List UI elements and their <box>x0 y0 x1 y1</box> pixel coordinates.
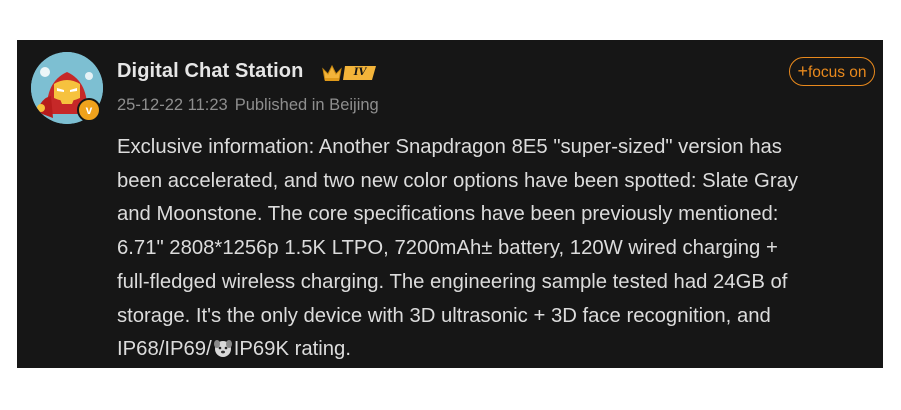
post-line-last-start: IP68/IP69/ <box>117 338 212 361</box>
post-meta: 25-12-22 11:23 Published in Beijing <box>117 96 379 115</box>
plus-icon: + <box>797 61 808 81</box>
dog-face-emoji-icon <box>213 336 233 358</box>
author-name[interactable]: Digital Chat Station <box>117 60 303 83</box>
post-card: v Digital Chat Station IV 25-12-22 11:23… <box>17 40 883 368</box>
follow-button[interactable]: +focus on <box>789 57 875 86</box>
post-line: Exclusive information: Another Snapdrago… <box>117 136 782 158</box>
crown-level-badge: IV <box>320 62 378 84</box>
level-badge-text: IV <box>353 67 367 78</box>
verified-badge-icon: v <box>77 98 101 122</box>
post-line: 6.71" 2808*1256p 1.5K LTPO, 7200mAh± bat… <box>117 237 778 260</box>
post-line-last: IP68/IP69/IP69K rating. <box>117 333 873 367</box>
post-location: Published in Beijing <box>234 96 379 114</box>
post-line: storage. It's the only device with 3D ul… <box>117 304 771 327</box>
post-line: full-fledged wireless charging. The engi… <box>117 270 788 293</box>
follow-button-label: focus on <box>807 64 867 81</box>
avatar[interactable]: v <box>31 52 103 124</box>
post-line-last-end: IP69K rating. <box>233 338 351 361</box>
post-line: been accelerated, and two new color opti… <box>117 169 798 192</box>
post-timestamp: 25-12-22 11:23 <box>117 96 228 114</box>
post-body: Exclusive information: Another Snapdrago… <box>117 131 873 367</box>
post-line: and Moonstone. The core specifications h… <box>117 203 779 226</box>
